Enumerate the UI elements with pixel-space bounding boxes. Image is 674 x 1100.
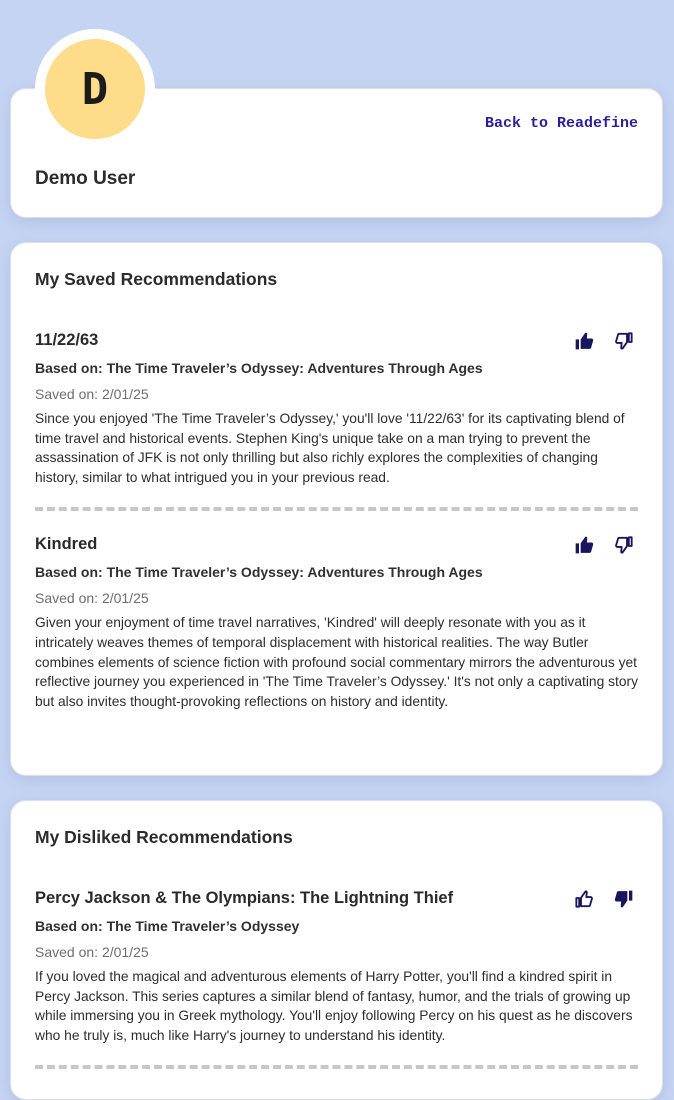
saved-recommendations-card: My Saved Recommendations 11/22/63 Based … — [10, 242, 663, 776]
saved-recommendations-list: 11/22/63 Based on: The Time Traveler’s O… — [35, 329, 638, 731]
thumbs-down-icon — [615, 332, 633, 350]
thumbs-up-button[interactable] — [574, 535, 594, 555]
recommendation-item: Kindred Based on: The Time Traveler’s Od… — [35, 511, 638, 731]
recommendation-based-on: Based on: The Time Traveler’s Odyssey — [35, 918, 300, 934]
disliked-recommendations-card: My Disliked Recommendations Percy Jackso… — [10, 800, 663, 1100]
user-name: Demo User — [35, 168, 136, 189]
recommendation-description: Given your enjoyment of time travel narr… — [35, 615, 638, 709]
avatar-ring: D — [35, 29, 155, 149]
thumbs-down-icon — [614, 890, 633, 908]
recommendation-based-on: Based on: The Time Traveler’s Odyssey: A… — [35, 360, 483, 376]
recommendation-description: If you loved the magical and adventurous… — [35, 969, 633, 1043]
recommendation-title: 11/22/63 — [35, 331, 99, 349]
thumbs-down-button[interactable] — [614, 889, 634, 909]
recommendation-saved-date: Saved on: 2/01/25 — [35, 386, 149, 402]
thumbs-up-button[interactable] — [574, 331, 594, 351]
thumbs-down-button[interactable] — [614, 331, 634, 351]
recommendation-title: Kindred — [35, 535, 98, 554]
recommendation-item: Percy Jackson & The Olympians: The Light… — [35, 887, 638, 1070]
disliked-section-title: My Disliked Recommendations — [35, 827, 293, 847]
thumbs-up-icon — [575, 332, 594, 350]
recommendation-title: Percy Jackson & The Olympians: The Light… — [35, 889, 454, 907]
back-to-readefine-link[interactable]: Back to Readefine — [485, 115, 638, 132]
thumbs-down-button[interactable] — [614, 535, 634, 555]
recommendation-saved-date: Saved on: 2/01/25 — [35, 944, 149, 960]
thumbs-up-icon — [575, 890, 593, 908]
rating-actions — [574, 535, 634, 555]
disliked-recommendations-list: Percy Jackson & The Olympians: The Light… — [35, 887, 638, 1070]
thumbs-up-icon — [575, 537, 594, 554]
recommendation-based-on: Based on: The Time Traveler’s Odyssey: A… — [35, 564, 483, 581]
avatar: D — [45, 39, 145, 139]
recommendation-item: 11/22/63 Based on: The Time Traveler’s O… — [35, 329, 638, 512]
recommendation-description: Since you enjoyed 'The Time Traveler’s O… — [35, 411, 625, 485]
rating-actions — [574, 889, 634, 909]
thumbs-up-button[interactable] — [574, 889, 594, 909]
rating-actions — [574, 331, 634, 351]
thumbs-down-icon — [615, 536, 633, 554]
recommendation-saved-date: Saved on: 2/01/25 — [35, 590, 149, 607]
saved-section-title: My Saved Recommendations — [35, 269, 278, 289]
